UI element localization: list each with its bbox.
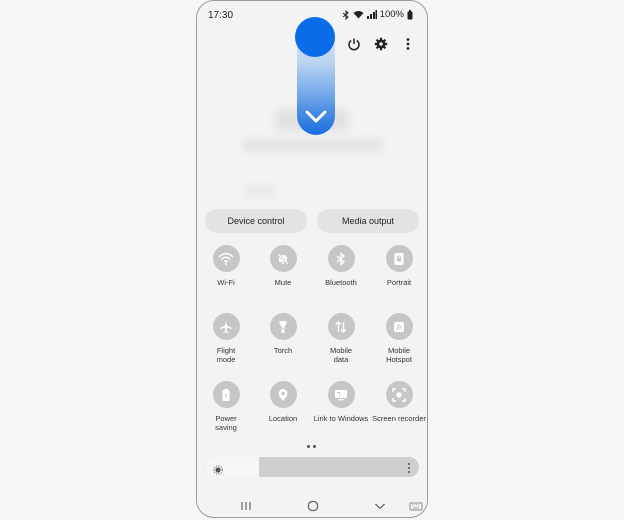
battery-status-icon xyxy=(407,9,413,20)
tile-torch[interactable]: Torch xyxy=(254,313,312,355)
tile-mobile-hotspot[interactable]: Mobile Hotspot xyxy=(370,313,427,364)
tile-label: Screen recorder xyxy=(372,414,426,423)
wifi-icon xyxy=(212,245,240,272)
link-windows-icon xyxy=(327,381,355,408)
brightness-slider[interactable] xyxy=(205,457,419,477)
power-icon[interactable] xyxy=(347,37,361,51)
tile-location[interactable]: Location xyxy=(254,381,312,423)
tile-label: Portrait xyxy=(386,278,412,287)
chevron-down-icon[interactable] xyxy=(373,499,387,513)
swipe-down-arrow-icon xyxy=(304,109,328,125)
panel-buttons: Device control Media output xyxy=(205,209,419,233)
bluetooth-status-icon xyxy=(342,9,350,20)
tile-link-to-windows[interactable]: Link to Windows xyxy=(312,381,370,423)
torch-icon xyxy=(269,313,297,340)
swipe-touch-point xyxy=(295,17,335,57)
mobile-data-icon xyxy=(327,313,355,340)
device-control-button[interactable]: Device control xyxy=(205,209,307,233)
tile-mute[interactable]: Mute xyxy=(254,245,312,287)
tile-wifi[interactable]: Wi-Fi xyxy=(197,245,255,287)
phone-frame: 17:30 100% Device control Media output W… xyxy=(196,0,428,518)
navigation-bar xyxy=(197,497,427,517)
brightness-more-icon[interactable] xyxy=(407,461,411,473)
tile-screen-recorder[interactable]: Screen recorder xyxy=(370,381,427,423)
location-icon xyxy=(269,381,297,408)
media-output-button[interactable]: Media output xyxy=(317,209,419,233)
more-vert-icon[interactable] xyxy=(401,37,415,51)
home-icon[interactable] xyxy=(306,499,320,513)
status-time: 17:30 xyxy=(208,10,234,21)
tile-power-saving[interactable]: Power saving xyxy=(197,381,255,432)
tile-label: Link to Windows xyxy=(313,414,369,423)
top-actions xyxy=(347,37,415,51)
tile-portrait[interactable]: Portrait xyxy=(370,245,427,287)
tile-label: Mobile Hotspot xyxy=(386,346,412,364)
tile-label: Mobile data xyxy=(329,346,353,364)
page-dot-active xyxy=(307,445,310,448)
tile-label: Mute xyxy=(274,278,292,287)
bluetooth-icon xyxy=(327,245,355,272)
keyboard-icon[interactable] xyxy=(409,499,423,513)
wifi-status-icon xyxy=(353,10,364,19)
tile-label: Wi-Fi xyxy=(217,278,235,287)
status-icons: 100% xyxy=(342,9,413,20)
tile-flight-mode[interactable]: Flight mode xyxy=(197,313,255,364)
tile-bluetooth[interactable]: Bluetooth xyxy=(312,245,370,287)
tile-label: Bluetooth xyxy=(325,278,357,287)
signal-status-icon xyxy=(366,10,377,19)
tile-label: Power saving xyxy=(215,414,237,432)
mute-icon xyxy=(269,245,297,272)
page-indicator xyxy=(307,445,316,448)
tile-label: Torch xyxy=(273,346,293,355)
battery-percent: 100% xyxy=(379,9,404,20)
sun-icon xyxy=(213,462,223,475)
tile-label: Flight mode xyxy=(216,346,236,364)
hotspot-icon xyxy=(385,313,413,340)
tile-mobile-data[interactable]: Mobile data xyxy=(312,313,370,364)
recents-icon[interactable] xyxy=(239,499,253,513)
screen-recorder-icon xyxy=(385,381,413,408)
battery-icon xyxy=(212,381,240,408)
portrait-icon xyxy=(385,245,413,272)
page-dot xyxy=(313,445,316,448)
gear-icon[interactable] xyxy=(374,37,388,51)
airplane-icon xyxy=(212,313,240,340)
tile-label: Location xyxy=(268,414,298,423)
